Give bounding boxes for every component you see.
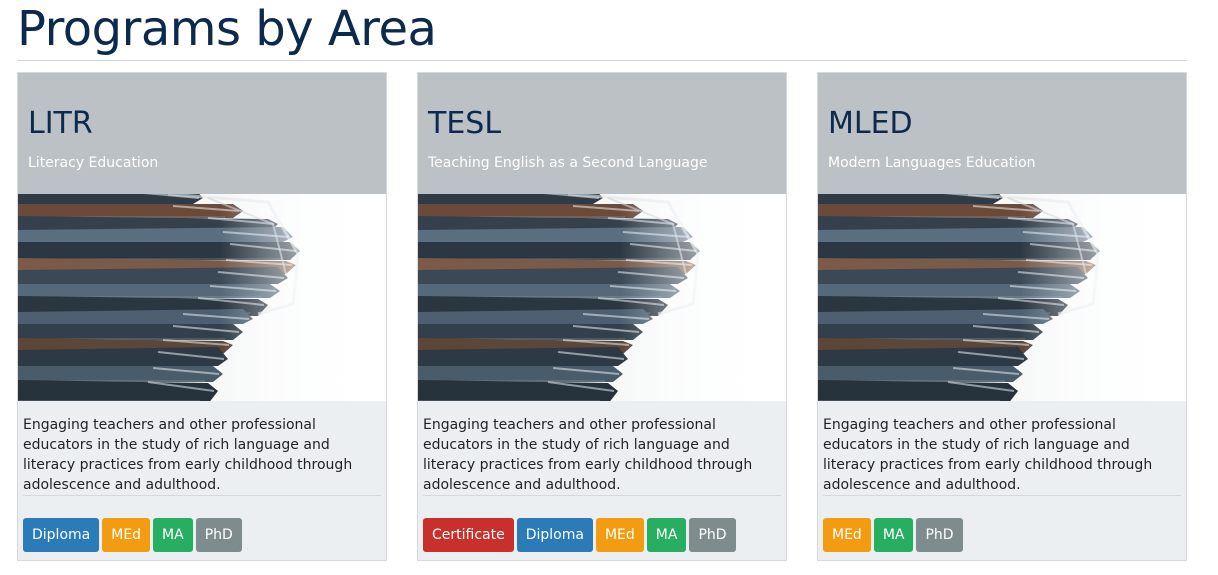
card-header[interactable]: MLED Modern Languages Education xyxy=(818,73,1186,194)
badge-diploma[interactable]: Diploma xyxy=(516,518,593,552)
title-divider xyxy=(17,60,1187,61)
program-card-2[interactable]: MLED Modern Languages Education Engaging… xyxy=(817,72,1187,561)
card-image[interactable] xyxy=(818,194,1186,401)
card-divider xyxy=(823,495,1181,496)
card-name: Modern Languages Education xyxy=(828,155,1036,171)
badge-list: Certificate Diploma MEd MA PhD xyxy=(423,518,736,552)
card-code[interactable]: TESL xyxy=(428,106,501,141)
badge-ma[interactable]: MA xyxy=(153,518,193,552)
card-description: Engaging teachers and other professional… xyxy=(823,417,1153,493)
badge-phd[interactable]: PhD xyxy=(916,518,963,552)
badge-ma[interactable]: MA xyxy=(873,518,914,552)
card-header[interactable]: LITR Literacy Education xyxy=(18,73,386,194)
card-description: Engaging teachers and other professional… xyxy=(23,417,353,493)
badge-med[interactable]: MEd xyxy=(595,518,644,552)
card-image[interactable] xyxy=(18,194,386,401)
badge-ma[interactable]: MA xyxy=(646,518,687,552)
program-card-0[interactable]: LITR Literacy Education Engaging teacher… xyxy=(17,72,387,561)
card-description: Engaging teachers and other professional… xyxy=(423,417,753,493)
program-card-1[interactable]: TESL Teaching English as a Second Langua… xyxy=(417,72,787,561)
card-divider xyxy=(423,495,781,496)
card-divider xyxy=(23,495,381,496)
card-name: Literacy Education xyxy=(28,155,159,171)
badge-diploma[interactable]: Diploma xyxy=(23,518,100,552)
page-title: Programs by Area xyxy=(17,1,437,57)
badge-phd[interactable]: PhD xyxy=(689,518,736,552)
badge-list: Diploma MEd MA PhD xyxy=(23,518,242,552)
card-header[interactable]: TESL Teaching English as a Second Langua… xyxy=(418,73,786,194)
card-image[interactable] xyxy=(418,194,786,401)
badge-certificate[interactable]: Certificate xyxy=(423,518,514,552)
card-code[interactable]: LITR xyxy=(28,106,93,141)
card-code[interactable]: MLED xyxy=(828,106,913,141)
badge-med[interactable]: MEd xyxy=(102,518,151,552)
badge-phd[interactable]: PhD xyxy=(195,518,242,552)
badge-med[interactable]: MEd xyxy=(823,518,871,552)
card-name: Teaching English as a Second Language xyxy=(428,155,708,171)
badge-list: MEd MA PhD xyxy=(823,518,963,552)
